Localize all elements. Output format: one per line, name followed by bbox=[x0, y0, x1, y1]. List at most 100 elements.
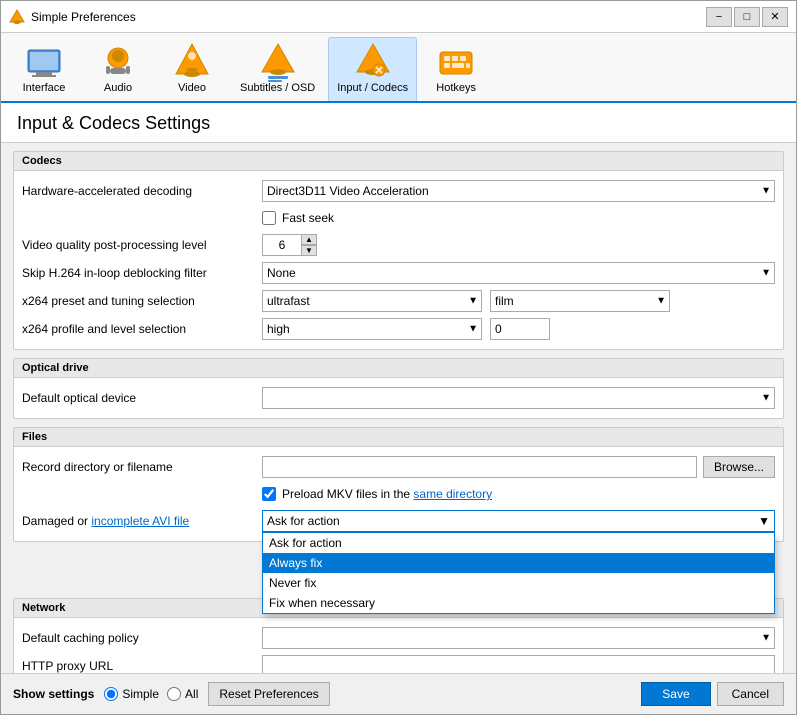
simple-radio-item: Simple bbox=[104, 687, 159, 701]
x264-preset-dropdown[interactable]: ultrafast superfast veryfast faster fast… bbox=[262, 290, 482, 312]
vq-down-btn[interactable]: ▼ bbox=[301, 245, 317, 256]
x264-tuning-dropdown[interactable]: film animation grain stillimage psnr ssi… bbox=[490, 290, 670, 312]
nav-interface[interactable]: Interface bbox=[9, 37, 79, 101]
nav-video[interactable]: Video bbox=[157, 37, 227, 101]
nav-subtitles[interactable]: Subtitles / OSD bbox=[231, 37, 324, 101]
x264-profile-control: high baseline main high10 high422 high44… bbox=[262, 318, 775, 340]
skip-h264-control: None Non-ref Bidir Non-key All ▼ bbox=[262, 262, 775, 284]
close-button[interactable]: ✕ bbox=[762, 7, 788, 27]
simple-radio[interactable] bbox=[104, 687, 118, 701]
x264-profile-row: x264 profile and level selection high ba… bbox=[22, 315, 775, 343]
footer-right: Save Cancel bbox=[641, 682, 784, 706]
window-controls: − □ ✕ bbox=[706, 7, 788, 27]
simple-label: Simple bbox=[122, 687, 159, 701]
app-icon bbox=[9, 9, 25, 25]
footer: Show settings Simple All Reset Preferenc… bbox=[1, 673, 796, 714]
caching-dropdown[interactable]: Normal Slow media Slower media Untimed ▼ bbox=[262, 627, 775, 649]
optical-device-control: ▼ bbox=[262, 387, 775, 409]
damaged-avi-control: Ask for action ▼ Ask for action Always f… bbox=[262, 510, 775, 532]
x264-profile-dropdown[interactable]: high baseline main high10 high422 high44… bbox=[262, 318, 482, 340]
record-input[interactable] bbox=[262, 456, 697, 478]
hw-decoding-control: Direct3D11 Video Acceleration DirectX VA… bbox=[262, 180, 775, 202]
damaged-avi-display[interactable]: Ask for action ▼ bbox=[262, 510, 775, 532]
vq-label: Video quality post-processing level bbox=[22, 238, 262, 252]
preload-mkv-checkbox-row: Preload MKV files in the same directory bbox=[262, 484, 492, 504]
files-body: Record directory or filename Browse... P… bbox=[14, 447, 783, 541]
x264-tuning-select[interactable]: film animation grain stillimage psnr ssi… bbox=[490, 290, 670, 312]
x264-preset-control: ultrafast superfast veryfast faster fast… bbox=[262, 290, 775, 312]
damaged-avi-arrow-icon: ▼ bbox=[758, 514, 770, 528]
same-directory-link[interactable]: same directory bbox=[413, 487, 492, 501]
footer-left: Show settings Simple All Reset Preferenc… bbox=[13, 682, 641, 706]
hotkeys-icon bbox=[436, 42, 476, 82]
minimize-button[interactable]: − bbox=[706, 7, 732, 27]
nav-hotkeys-label: Hotkeys bbox=[436, 82, 476, 94]
interface-icon bbox=[24, 42, 64, 82]
fast-seek-checkbox[interactable] bbox=[262, 211, 276, 225]
browse-button[interactable]: Browse... bbox=[703, 456, 775, 478]
show-settings-label: Show settings bbox=[13, 687, 94, 701]
http-proxy-control bbox=[262, 655, 775, 673]
x264-preset-row: x264 preset and tuning selection ultrafa… bbox=[22, 287, 775, 315]
skip-h264-select[interactable]: None Non-ref Bidir Non-key All bbox=[262, 262, 775, 284]
damaged-avi-dropdown-wrapper[interactable]: Ask for action ▼ Ask for action Always f… bbox=[262, 510, 775, 532]
caching-select[interactable]: Normal Slow media Slower media Untimed bbox=[262, 627, 775, 649]
vq-spinner-btns: ▲ ▼ bbox=[301, 234, 317, 256]
nav-audio-label: Audio bbox=[104, 82, 132, 94]
vq-up-btn[interactable]: ▲ bbox=[301, 234, 317, 245]
x264-preset-label: x264 preset and tuning selection bbox=[22, 294, 262, 308]
damaged-avi-option-3[interactable]: Never fix bbox=[263, 573, 774, 593]
nav-subtitles-label: Subtitles / OSD bbox=[240, 82, 315, 94]
incomplete-avi-link[interactable]: incomplete AVI file bbox=[91, 514, 189, 528]
nav-video-label: Video bbox=[178, 82, 206, 94]
skip-h264-dropdown[interactable]: None Non-ref Bidir Non-key All ▼ bbox=[262, 262, 775, 284]
x264-preset-select[interactable]: ultrafast superfast veryfast faster fast… bbox=[262, 290, 482, 312]
nav-audio[interactable]: Audio bbox=[83, 37, 153, 101]
fast-seek-label: Fast seek bbox=[282, 211, 334, 225]
x264-profile-select[interactable]: high baseline main high10 high422 high44… bbox=[262, 318, 482, 340]
hw-decoding-dropdown[interactable]: Direct3D11 Video Acceleration DirectX VA… bbox=[262, 180, 775, 202]
hw-decoding-select[interactable]: Direct3D11 Video Acceleration DirectX VA… bbox=[262, 180, 775, 202]
cancel-button[interactable]: Cancel bbox=[717, 682, 784, 706]
vq-row: Video quality post-processing level ▲ ▼ bbox=[22, 231, 775, 259]
optical-device-dropdown[interactable]: ▼ bbox=[262, 387, 775, 409]
preload-mkv-control: Preload MKV files in the same directory bbox=[262, 484, 775, 504]
network-body: Default caching policy Normal Slow media… bbox=[14, 618, 783, 673]
optical-body: Default optical device ▼ bbox=[14, 378, 783, 418]
x264-level-input[interactable] bbox=[490, 318, 550, 340]
skip-h264-label: Skip H.264 in-loop deblocking filter bbox=[22, 266, 262, 280]
nav-interface-label: Interface bbox=[23, 82, 66, 94]
preload-mkv-row: Preload MKV files in the same directory bbox=[22, 481, 775, 507]
all-radio-item: All bbox=[167, 687, 198, 701]
all-radio[interactable] bbox=[167, 687, 181, 701]
optical-device-row: Default optical device ▼ bbox=[22, 384, 775, 412]
x264-profile-label: x264 profile and level selection bbox=[22, 322, 262, 336]
damaged-avi-option-4[interactable]: Fix when necessary bbox=[263, 593, 774, 613]
http-proxy-input[interactable] bbox=[262, 655, 775, 673]
http-proxy-label: HTTP proxy URL bbox=[22, 659, 262, 673]
damaged-avi-option-2[interactable]: Always fix bbox=[263, 553, 774, 573]
nav-input[interactable]: Input / Codecs bbox=[328, 37, 417, 101]
caching-label: Default caching policy bbox=[22, 631, 262, 645]
maximize-button[interactable]: □ bbox=[734, 7, 760, 27]
codecs-section: Codecs Hardware-accelerated decoding Dir… bbox=[13, 151, 784, 350]
settings-radio-group: Simple All bbox=[104, 687, 198, 701]
damaged-avi-label: Damaged or incomplete AVI file bbox=[22, 514, 262, 528]
skip-h264-row: Skip H.264 in-loop deblocking filter Non… bbox=[22, 259, 775, 287]
preload-mkv-checkbox[interactable] bbox=[262, 487, 276, 501]
save-button[interactable]: Save bbox=[641, 682, 710, 706]
vq-input[interactable] bbox=[262, 234, 302, 256]
subtitles-icon bbox=[258, 42, 298, 82]
hw-decoding-row: Hardware-accelerated decoding Direct3D11… bbox=[22, 177, 775, 205]
record-label: Record directory or filename bbox=[22, 460, 262, 474]
damaged-avi-row: Damaged or incomplete AVI file Ask for a… bbox=[22, 507, 775, 535]
files-header: Files bbox=[14, 428, 783, 447]
damaged-avi-option-1[interactable]: Ask for action bbox=[263, 533, 774, 553]
reset-button[interactable]: Reset Preferences bbox=[208, 682, 329, 706]
content-area: Codecs Hardware-accelerated decoding Dir… bbox=[1, 143, 796, 673]
optical-header: Optical drive bbox=[14, 359, 783, 378]
input-icon bbox=[353, 42, 393, 82]
fast-seek-row: Fast seek bbox=[22, 205, 775, 231]
optical-device-select[interactable] bbox=[262, 387, 775, 409]
nav-hotkeys[interactable]: Hotkeys bbox=[421, 37, 491, 101]
